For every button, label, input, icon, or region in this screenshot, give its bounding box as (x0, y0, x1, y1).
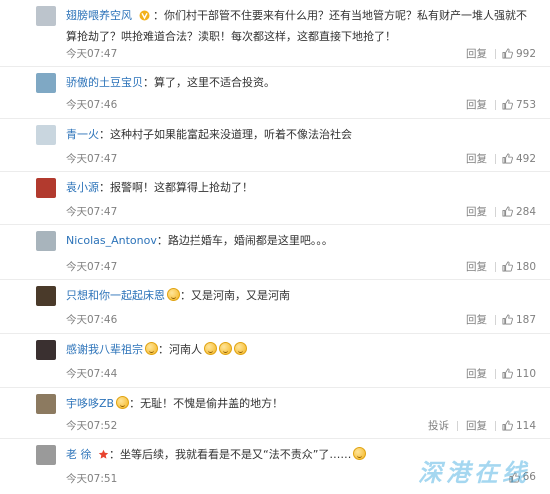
comment-item: 青一火：这种村子如果能富起来没道理，听着不像法治社会 今天07:47 回复 49… (0, 119, 550, 172)
comment-text: 又是河南，又是河南 (191, 289, 290, 302)
comment-time: 今天07:46 (66, 99, 118, 111)
avatar[interactable] (36, 340, 56, 360)
emoji-icon (204, 342, 217, 355)
avatar[interactable] (36, 73, 56, 93)
avatar[interactable] (36, 231, 56, 251)
comment-username[interactable]: Nicolas_Antonov (66, 234, 157, 247)
like-button[interactable]: 66 (503, 471, 536, 483)
comment-item: 感谢我八辈祖宗 ：河南人 今天07:44 回复 110 (0, 334, 550, 388)
comment-item: 只想和你一起起床恩 ：又是河南，又是河南 今天07:46 回复 187 (0, 280, 550, 334)
avatar[interactable] (36, 178, 56, 198)
like-count: 180 (515, 260, 536, 273)
comment-text: 这种村子如果能富起来没道理，听着不像法治社会 (110, 128, 352, 141)
like-button[interactable]: 284 (496, 206, 536, 218)
comment-text: 你们村干部管不住要来有什么用？还有当地管方呢？私有财产一堆人强就不算抢劫了？哄抢… (66, 9, 527, 43)
like-count: 753 (515, 98, 536, 111)
comment-time: 今天07:46 (66, 314, 118, 326)
comment-username[interactable]: 青一火 (66, 128, 99, 141)
thumbs-up-icon (502, 368, 513, 379)
emoji-badge-icon (145, 342, 158, 355)
thumbs-up-icon (509, 472, 520, 482)
like-count: 114 (515, 419, 536, 432)
like-button[interactable]: 492 (496, 153, 536, 165)
avatar[interactable] (36, 445, 56, 465)
comment-item: 骄傲的土豆宝贝：算了，这里不适合投资。 今天07:46 回复 753 (0, 67, 550, 119)
report-button[interactable]: 投诉 (420, 418, 457, 433)
comment-item: 老 徐 ：坐等后续，我就看看是不是又“法不责众”了…… 今天07:51 66 (0, 439, 550, 494)
emoji-icon (234, 342, 247, 355)
comment-time: 今天07:47 (66, 206, 118, 218)
emoji-icon (353, 447, 367, 460)
comment-time: 今天07:47 (66, 153, 118, 165)
like-count: 492 (515, 152, 536, 165)
comment-username[interactable]: 宇哆哆ZB (66, 397, 114, 410)
like-count: 66 (522, 471, 536, 483)
comment-item: 袁小源：报警啊！这都算得上抢劫了！ 今天07:47 回复 284 (0, 172, 550, 225)
reply-button[interactable]: 回复 (458, 97, 495, 112)
comment-username[interactable]: 骄傲的土豆宝贝 (66, 76, 143, 89)
red-star-icon (98, 447, 109, 466)
emoji-icon (219, 342, 232, 355)
comment-time: 今天07:51 (66, 473, 118, 485)
comment-time: 今天07:47 (66, 48, 118, 60)
reply-button[interactable]: 回复 (458, 151, 495, 166)
comment-item: Nicolas_Antonov：路边拦婚车，婚闹都是这里吧。。。 今天07:47… (0, 225, 550, 280)
avatar[interactable] (36, 6, 56, 26)
comment-item: 翅膀喂养空风 ：你们村干部管不住要来有什么用？还有当地管方呢？私有财产一堆人强就… (0, 0, 550, 67)
comment-username[interactable]: 老 徐 (66, 448, 92, 461)
comment-username[interactable]: 袁小源 (66, 181, 99, 194)
comment-text: 坐等后续，我就看看是不是又“法不责众”了…… (120, 448, 352, 461)
avatar[interactable] (36, 394, 56, 414)
comment-username[interactable]: 翅膀喂养空风 (66, 9, 132, 22)
thumbs-up-icon (502, 206, 513, 217)
reply-button[interactable]: 回复 (458, 366, 495, 381)
like-button[interactable]: 180 (496, 261, 536, 273)
comment-username[interactable]: 感谢我八辈祖宗 (66, 343, 143, 356)
reply-button[interactable]: 回复 (458, 418, 495, 433)
emoji-badge-icon (116, 396, 130, 409)
comment-text: 河南人 (169, 343, 202, 356)
comment-time: 今天07:47 (66, 261, 118, 273)
thumbs-up-icon (502, 99, 513, 110)
like-count: 110 (515, 367, 536, 380)
comment-text: 算了，这里不适合投资。 (154, 76, 275, 89)
v-badge-icon (139, 8, 150, 27)
like-button[interactable]: 187 (496, 314, 536, 326)
thumbs-up-icon (502, 48, 513, 59)
reply-button[interactable]: 回复 (458, 312, 495, 327)
thumbs-up-icon (502, 153, 513, 164)
comment-time: 今天07:44 (66, 368, 118, 380)
reply-button[interactable]: 回复 (458, 204, 495, 219)
avatar[interactable] (36, 125, 56, 145)
emoji-badge-icon (167, 288, 180, 301)
comment-text: 无耻！不愧是偷井盖的地方！ (140, 397, 284, 410)
comment-item: 宇哆哆ZB ：无耻！不愧是偷井盖的地方！ 今天07:52 投诉 回复 114 (0, 388, 550, 439)
thumbs-up-icon (502, 261, 513, 272)
reply-button[interactable]: 回复 (458, 46, 495, 61)
like-button[interactable]: 114 (496, 420, 536, 432)
thumbs-up-icon (502, 420, 513, 431)
comment-username[interactable]: 只想和你一起起床恩 (66, 289, 165, 302)
like-button[interactable]: 753 (496, 99, 536, 111)
comment-text: 路边拦婚车，婚闹都是这里吧。。。 (167, 234, 333, 247)
comment-time: 今天07:52 (66, 420, 118, 432)
like-button[interactable]: 110 (496, 368, 536, 380)
like-count: 284 (515, 205, 536, 218)
thumbs-up-icon (502, 314, 513, 325)
like-count: 992 (515, 47, 536, 60)
avatar[interactable] (36, 286, 56, 306)
like-count: 187 (515, 313, 536, 326)
like-button[interactable]: 992 (496, 48, 536, 60)
reply-button[interactable]: 回复 (458, 259, 495, 274)
comment-text: 报警啊！这都算得上抢劫了！ (110, 181, 253, 194)
